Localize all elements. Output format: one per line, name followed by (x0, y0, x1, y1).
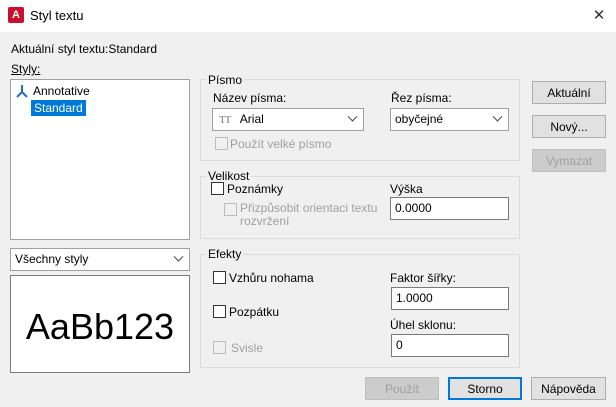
oblique-angle-input[interactable]: 0 (391, 334, 509, 357)
chevron-down-icon (490, 109, 504, 130)
vertical-label: Svisle (231, 341, 264, 355)
window-title: Styl textu (30, 8, 84, 23)
current-style-label: Aktuální styl textu:Standard (11, 42, 158, 56)
annotative-icon (16, 85, 28, 98)
styles-filter-value: Všechny styly (15, 252, 89, 266)
big-font-checkbox[interactable] (215, 137, 228, 150)
match-orientation-label-line2: rozvržení (240, 214, 290, 228)
cancel-button[interactable]: Storno (448, 377, 522, 400)
font-group-label: Písmo (206, 73, 245, 87)
upside-down-label: Vzhůru nohama (229, 271, 314, 285)
style-preview: AaBb123 (10, 275, 190, 373)
title-bar (0, 0, 616, 32)
list-item-label: Annotative (33, 84, 90, 98)
font-name-dropdown[interactable]: TT Arial (212, 108, 364, 131)
styles-label-text: Styly: (11, 62, 41, 76)
vertical-checkbox[interactable] (213, 341, 226, 354)
oblique-angle-label: Úhel sklonu: (390, 318, 457, 332)
match-orientation-checkbox[interactable] (224, 203, 237, 216)
height-input[interactable]: 0.0000 (390, 197, 509, 220)
width-factor-label: Faktor šířky: (390, 271, 457, 285)
upside-down-checkbox[interactable] (213, 271, 226, 284)
styles-label: Styly: (11, 62, 40, 76)
width-factor-value: 1.0000 (396, 291, 433, 305)
font-style-value: obyčejné (395, 112, 444, 126)
annotative-label: Poznámky (227, 182, 284, 196)
height-label: Výška (390, 182, 423, 196)
list-item-standard[interactable]: Standard (31, 100, 86, 116)
truetype-font-icon: TT (219, 114, 231, 126)
set-current-button[interactable]: Aktuální (532, 81, 606, 104)
backwards-label: Pozpátku (229, 305, 280, 319)
annotative-checkbox[interactable] (211, 182, 224, 195)
list-item-label: Standard (34, 101, 83, 115)
font-name-label: Název písma: (213, 91, 286, 105)
chevron-down-icon (171, 249, 185, 270)
styles-filter-dropdown[interactable]: Všechny styly (10, 248, 190, 271)
close-icon[interactable]: ✕ (588, 5, 610, 27)
help-button[interactable]: Nápověda (531, 377, 606, 400)
styles-list[interactable]: Annotative Standard (10, 79, 190, 240)
font-style-label: Řez písma: (391, 91, 452, 105)
apply-button[interactable]: Použít (365, 377, 439, 400)
delete-button[interactable]: Vymazat (532, 149, 606, 172)
oblique-angle-value: 0 (396, 338, 403, 352)
big-font-label: Použít velké písmo (230, 137, 332, 151)
app-logo-icon: A (8, 7, 24, 23)
effects-group-label: Efekty (206, 247, 244, 261)
backwards-checkbox[interactable] (213, 305, 226, 318)
list-item-annotative[interactable]: Annotative (15, 84, 90, 98)
font-name-label-text: Název písma: (213, 91, 287, 105)
width-factor-input[interactable]: 1.0000 (391, 287, 509, 310)
font-style-label-text: Řez písma: (391, 91, 452, 105)
font-name-value: Arial (239, 112, 264, 126)
new-button[interactable]: Nový... (532, 115, 606, 138)
preview-text: AaBb123 (25, 306, 175, 347)
height-value: 0.0000 (395, 201, 432, 215)
size-group-label: Velikost (206, 169, 252, 183)
chevron-down-icon (345, 109, 359, 130)
match-orientation-label: Přizpůsobit orientaci textu rozvržení (240, 202, 377, 228)
font-style-dropdown[interactable]: obyčejné (390, 108, 509, 131)
